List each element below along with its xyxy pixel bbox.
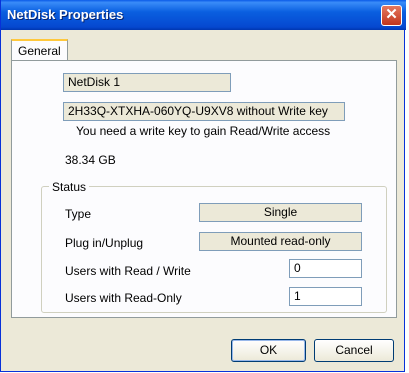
ok-button[interactable]: OK <box>231 339 306 362</box>
type-value: Single <box>199 203 362 222</box>
plug-label: Plug in/Unplug <box>65 236 144 250</box>
disk-id-field[interactable]: 2H33Q-XTXHA-060YQ-U9XV8 without Write ke… <box>63 102 345 121</box>
rw-users-label: Users with Read / Write <box>65 264 191 278</box>
ro-users-value: 1 <box>289 287 362 306</box>
close-icon: ✕ <box>385 6 398 23</box>
ro-users-label: Users with Read-Only <box>65 291 182 305</box>
status-group-title: Status <box>49 180 90 194</box>
plug-status-value: Mounted read-only <box>199 232 362 251</box>
window-title: NetDisk Properties <box>7 7 124 22</box>
disk-name-field[interactable]: NetDisk 1 <box>63 73 231 92</box>
capacity-value: 38.34 GB <box>65 153 116 167</box>
tab-general-label: General <box>18 44 61 58</box>
close-button[interactable]: ✕ <box>381 5 402 26</box>
title-bar[interactable]: NetDisk Properties ✕ <box>1 0 406 30</box>
type-label: Type <box>65 207 92 221</box>
rw-users-value: 0 <box>289 259 362 278</box>
tab-general[interactable]: General <box>11 39 68 61</box>
cancel-button[interactable]: Cancel <box>314 339 394 362</box>
properties-dialog: NetDisk Properties ✕ General NetDisk 1 2… <box>0 0 406 372</box>
write-key-notice: You need a write key to gain Read/Write … <box>76 124 331 138</box>
